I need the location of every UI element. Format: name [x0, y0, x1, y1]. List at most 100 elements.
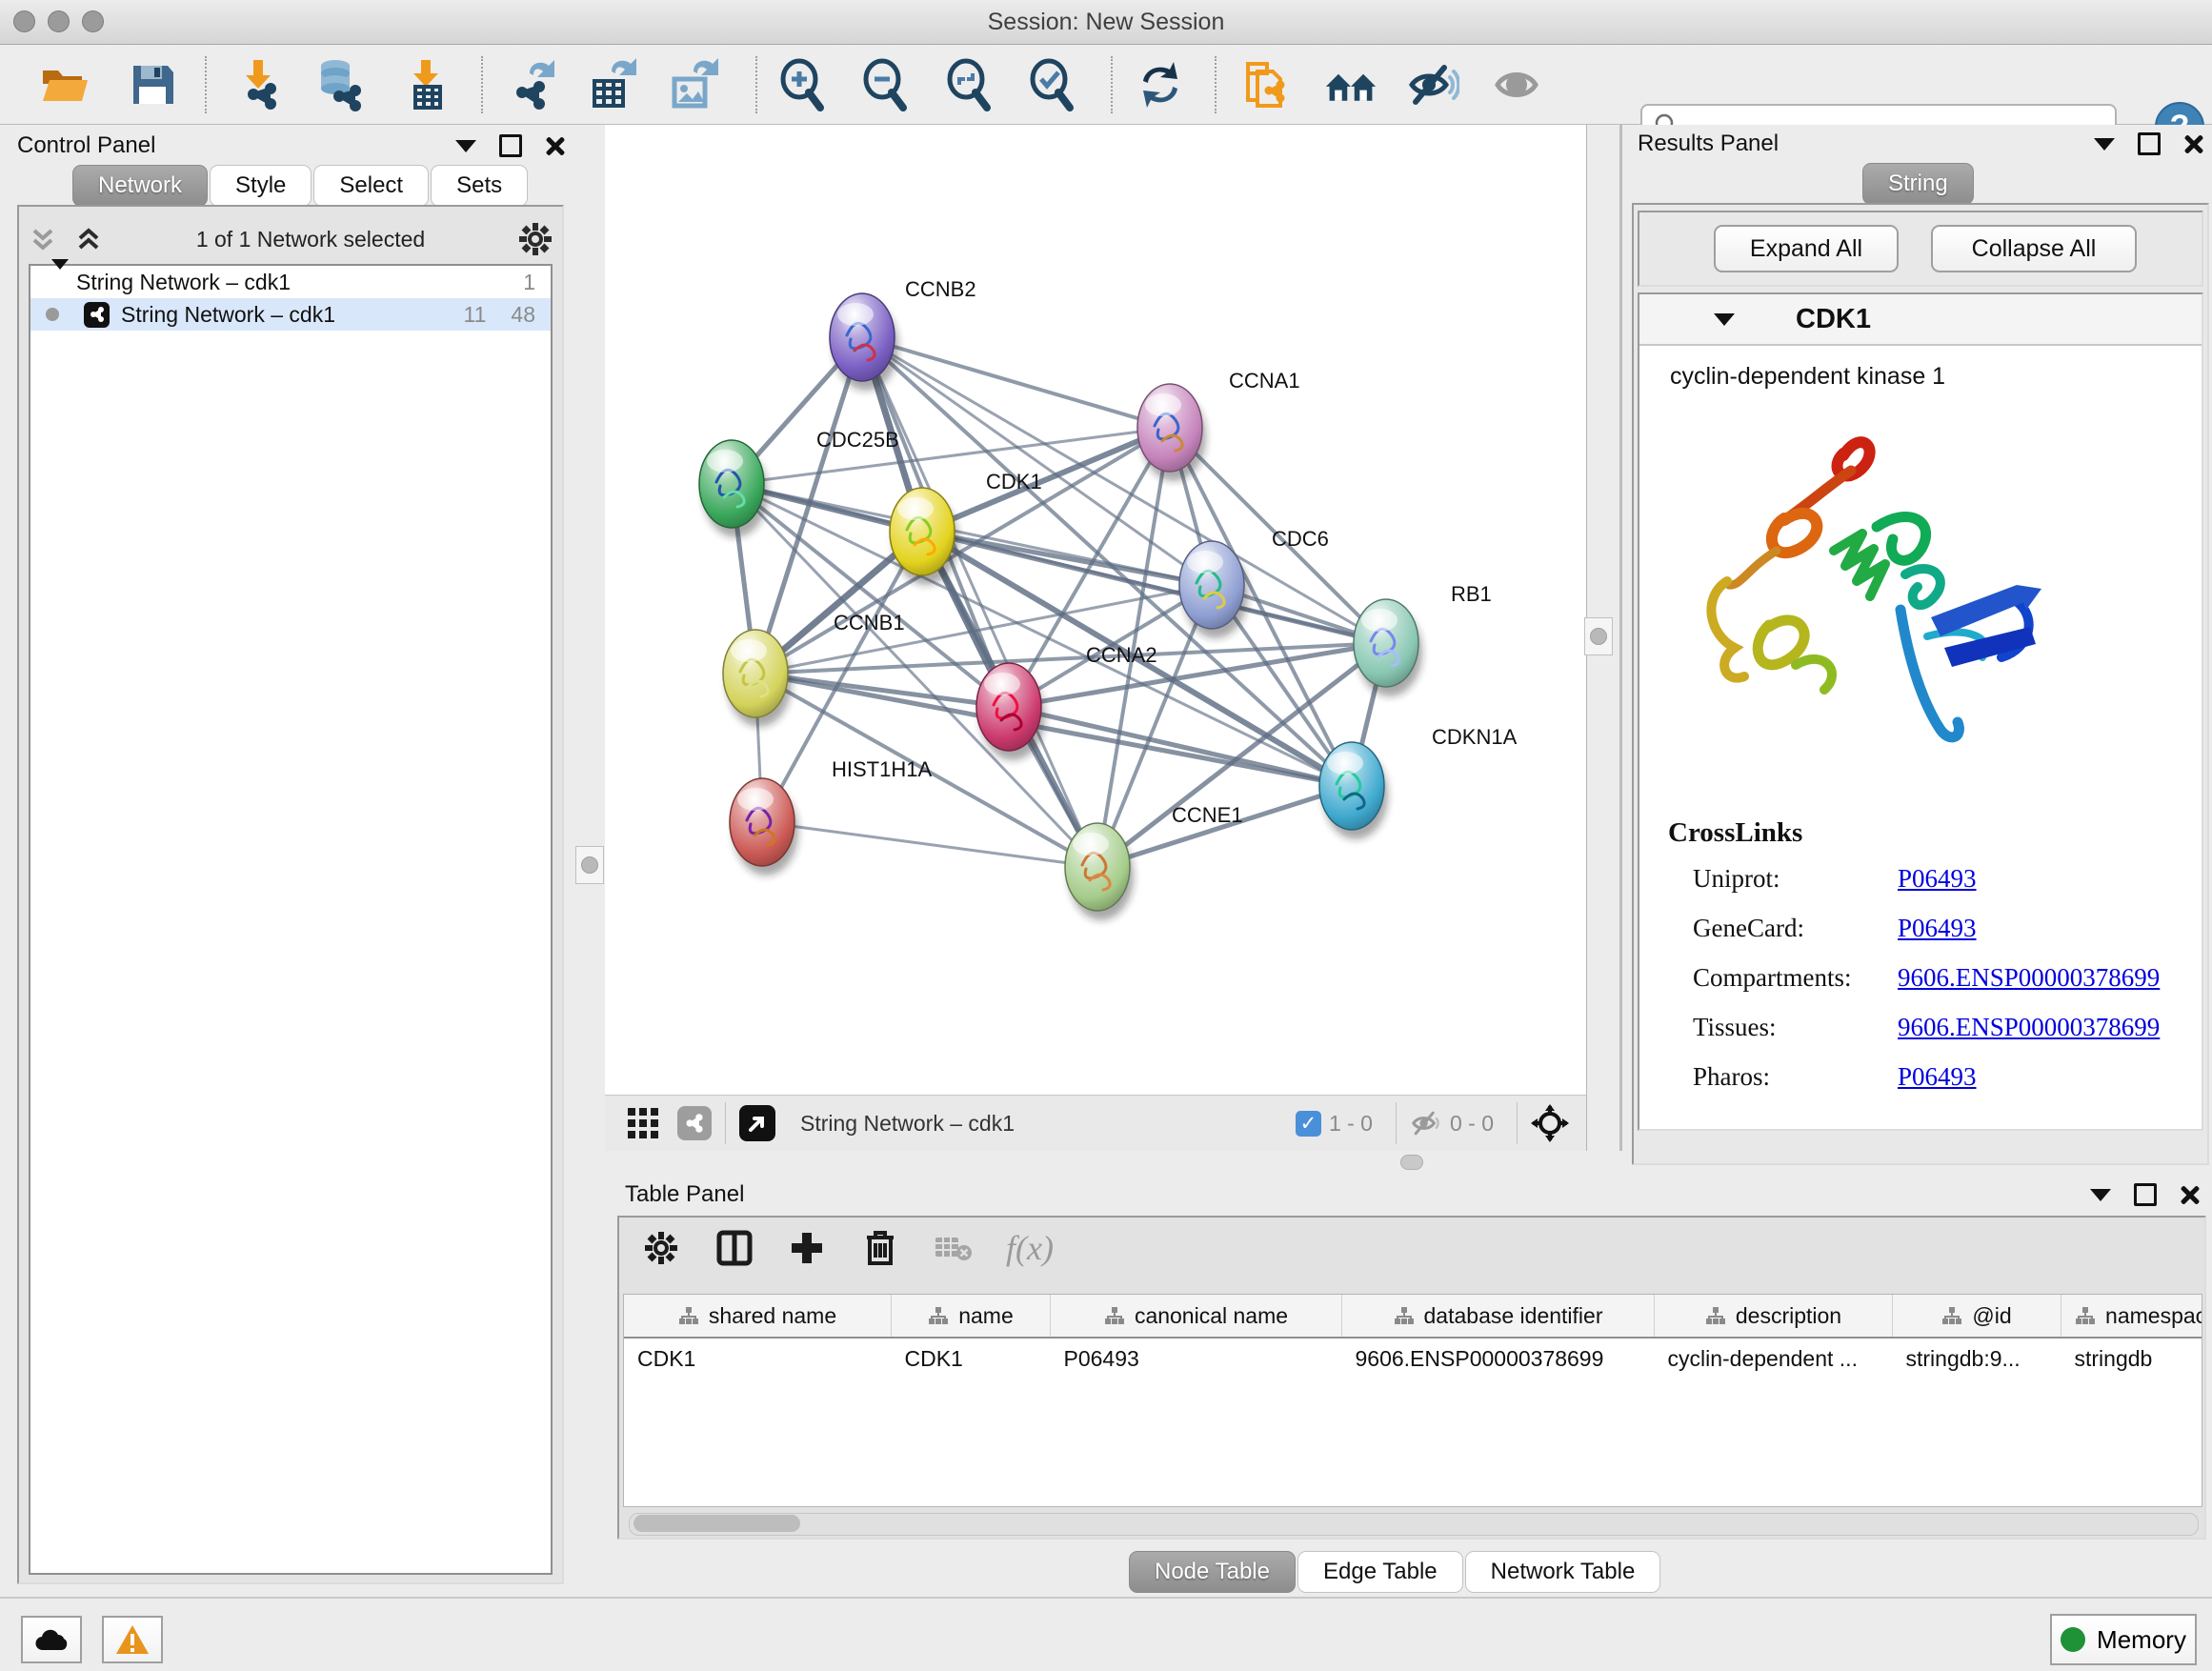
column-header-description[interactable]: description: [1655, 1295, 1893, 1338]
collapse-all-chevron-icon[interactable]: [29, 225, 57, 253]
import-network-database-icon[interactable]: [312, 58, 366, 111]
column-header-database-identifier[interactable]: database identifier: [1342, 1295, 1655, 1338]
tab-node-table[interactable]: Node Table: [1129, 1551, 1296, 1593]
tab-style[interactable]: Style: [210, 165, 312, 207]
add-column-icon[interactable]: [789, 1230, 825, 1266]
show-all-icon: [1490, 58, 1543, 111]
crosslink-value-link[interactable]: P06493: [1898, 864, 1977, 894]
control-panel-header: Control Panel: [17, 129, 564, 163]
panel-float-icon[interactable]: [2138, 132, 2161, 155]
network-view-canvas[interactable]: CCNB2CCNA1CDC25BCDK1CDC6RB1CCNB1CCNA2CDK…: [605, 125, 1587, 1095]
results-tab-string[interactable]: String: [1862, 163, 1974, 205]
panel-float-icon[interactable]: [499, 134, 522, 157]
table-cell[interactable]: stringdb:9...: [1893, 1338, 2061, 1379]
network-edge-CCNB2-CCNE1[interactable]: [862, 337, 1097, 867]
horizontal-splitter-handle[interactable]: [1400, 1155, 1423, 1170]
column-header-canonical-name[interactable]: canonical name: [1051, 1295, 1342, 1338]
panel-menu-icon[interactable]: [2090, 1189, 2111, 1201]
zoom-fit-icon[interactable]: [943, 58, 996, 111]
collapse-all-button[interactable]: Collapse All: [1931, 225, 2137, 272]
export-image-icon[interactable]: [667, 58, 720, 111]
network-node-CDKN1A[interactable]: CDKN1A: [1319, 725, 1518, 839]
table-cell[interactable]: CDK1: [624, 1338, 892, 1379]
cloud-icon: [34, 1627, 69, 1652]
zoom-selected-icon[interactable]: [1026, 58, 1079, 111]
network-edge-CCNB2-RB1[interactable]: [862, 337, 1386, 643]
hide-selected-icon[interactable]: [1406, 58, 1459, 111]
gene-section-header[interactable]: CDK1: [1639, 294, 2202, 346]
tab-select[interactable]: Select: [313, 165, 429, 207]
control-panel-tabs: NetworkStyleSelectSets: [72, 165, 530, 207]
table-cell[interactable]: P06493: [1051, 1338, 1342, 1379]
table-cell[interactable]: stringdb: [2061, 1338, 2203, 1379]
tab-network-table[interactable]: Network Table: [1465, 1551, 1661, 1593]
column-header--id[interactable]: @id: [1893, 1295, 2061, 1338]
panel-menu-icon[interactable]: [455, 140, 476, 152]
crosslink-value-link[interactable]: 9606.ENSP00000378699: [1898, 963, 2160, 993]
function-builder-icon: f(x): [1006, 1228, 1054, 1268]
open-in-window-icon[interactable]: [739, 1105, 775, 1141]
birdseye-crosshair-icon[interactable]: [1531, 1104, 1569, 1142]
show-columns-icon[interactable]: [716, 1230, 753, 1266]
memory-button[interactable]: Memory: [2050, 1614, 2197, 1665]
open-session-icon[interactable]: [38, 58, 91, 111]
warning-status-button[interactable]: [102, 1616, 163, 1663]
expand-all-chevron-icon[interactable]: [74, 225, 103, 253]
crosslink-label: Pharos:: [1693, 1062, 1898, 1092]
table-cell[interactable]: cyclin-dependent ...: [1655, 1338, 1893, 1379]
panel-close-icon[interactable]: [545, 136, 564, 155]
table-cell[interactable]: 9606.ENSP00000378699: [1342, 1338, 1655, 1379]
save-session-icon[interactable]: [126, 58, 179, 111]
network-row-selected[interactable]: String Network – cdk1 11 48: [30, 298, 551, 331]
crosslink-value-link[interactable]: 9606.ENSP00000378699: [1898, 1013, 2160, 1042]
import-table-icon[interactable]: [400, 58, 453, 111]
expand-all-label: Expand All: [1750, 235, 1862, 263]
scrollbar-thumb[interactable]: [633, 1515, 800, 1532]
cloud-status-button[interactable]: [21, 1616, 82, 1663]
zoom-out-icon[interactable]: [859, 58, 913, 111]
network-edge-CCNA2-CDKN1A[interactable]: [1009, 707, 1352, 786]
gene-name: CDK1: [1796, 304, 1871, 335]
grid-view-icon[interactable]: [626, 1106, 660, 1140]
panel-close-icon[interactable]: [2180, 1185, 2199, 1204]
expand-all-button[interactable]: Expand All: [1714, 225, 1899, 272]
network-collection-row[interactable]: String Network – cdk1 1: [30, 266, 551, 298]
table-row[interactable]: CDK1CDK1P064939606.ENSP00000378699cyclin…: [624, 1338, 2202, 1379]
panel-close-icon[interactable]: [2183, 134, 2202, 153]
node-table[interactable]: shared namenamecanonical namedatabase id…: [624, 1295, 2202, 1379]
network-options-gear-icon[interactable]: [518, 222, 553, 256]
network-node-CCNA1[interactable]: CCNA1: [1137, 369, 1300, 481]
collapse-section-icon[interactable]: [1714, 313, 1735, 326]
network-node-RB1[interactable]: RB1: [1354, 582, 1492, 696]
network-birdseye-toggle-icon[interactable]: [677, 1106, 712, 1140]
tab-network[interactable]: Network: [72, 165, 208, 207]
tab-edge-table[interactable]: Edge Table: [1297, 1551, 1463, 1593]
column-header-namespace[interactable]: namespace: [2061, 1295, 2203, 1338]
network-edge-CCNB1-CCNA1[interactable]: [755, 428, 1170, 674]
export-table-icon[interactable]: [587, 58, 640, 111]
panel-float-icon[interactable]: [2134, 1183, 2157, 1206]
string-import-icon[interactable]: [1240, 58, 1294, 111]
panel-menu-icon[interactable]: [2094, 138, 2115, 151]
crosslinks-heading: CrossLinks: [1668, 817, 2202, 849]
table-options-gear-icon[interactable]: [644, 1231, 678, 1265]
crosslink-row: Compartments:9606.ENSP00000378699: [1693, 963, 2202, 993]
network-edge-CCNB2-CCNA1[interactable]: [862, 337, 1170, 428]
home-icon[interactable]: [1324, 58, 1377, 111]
refresh-network-icon[interactable]: [1134, 58, 1187, 111]
table-cell[interactable]: CDK1: [892, 1338, 1051, 1379]
column-header-name[interactable]: name: [892, 1295, 1051, 1338]
column-header-shared-name[interactable]: shared name: [624, 1295, 892, 1338]
crosslink-value-link[interactable]: P06493: [1898, 914, 1977, 943]
table-horizontal-scrollbar[interactable]: [629, 1513, 2199, 1536]
import-network-icon[interactable]: [232, 58, 286, 111]
zoom-in-icon[interactable]: [776, 58, 830, 111]
delete-column-icon[interactable]: [863, 1229, 897, 1267]
left-splitter-handle[interactable]: [575, 846, 604, 884]
tab-sets[interactable]: Sets: [431, 165, 528, 207]
right-splitter-handle[interactable]: [1584, 617, 1613, 655]
network-edge-CCNE1-HIST1H1A[interactable]: [762, 822, 1097, 867]
export-network-icon[interactable]: [507, 58, 560, 111]
selected-indicator-checkbox[interactable]: ✓: [1296, 1111, 1321, 1137]
crosslink-value-link[interactable]: P06493: [1898, 1062, 1977, 1092]
